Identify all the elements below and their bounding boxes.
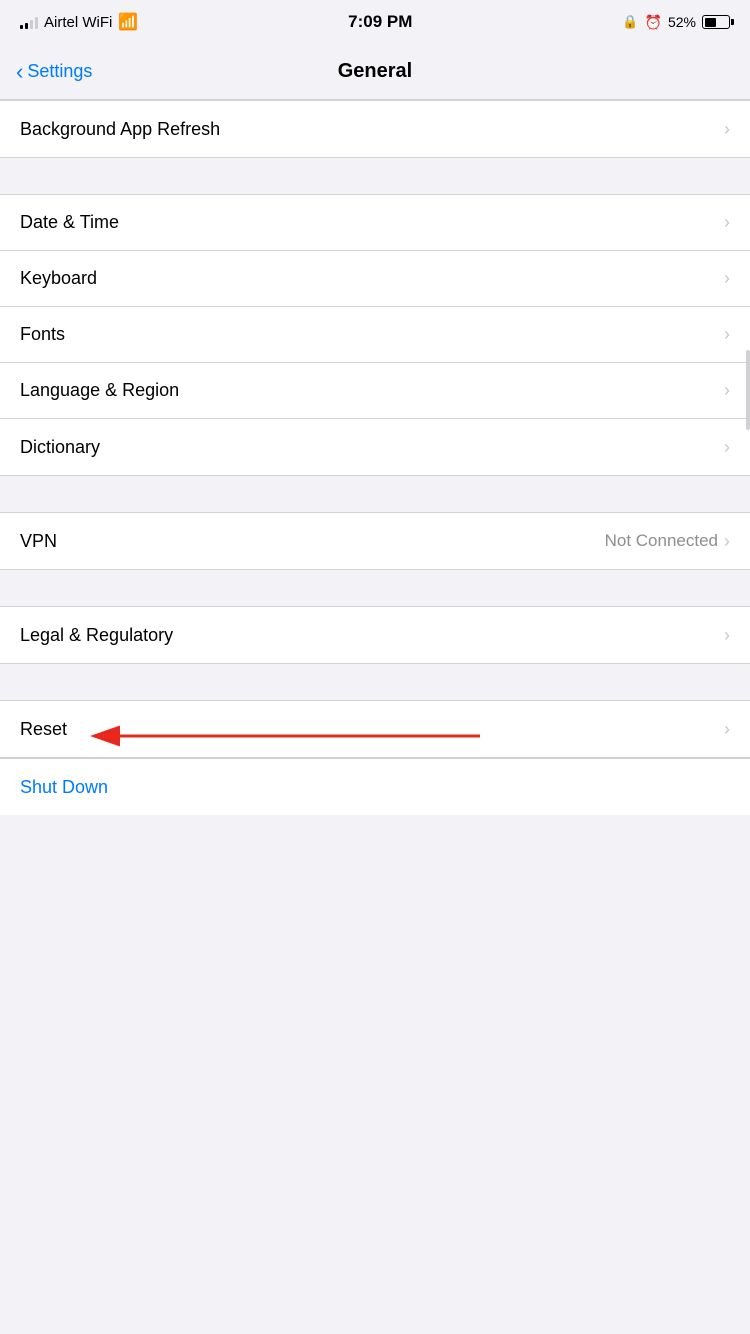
status-bar: Airtel WiFi 📶 7:09 PM 🔒 ⏰ 52%: [0, 0, 750, 44]
row-label: Fonts: [20, 324, 65, 345]
carrier-label: Airtel WiFi: [44, 14, 112, 31]
battery-indicator: [702, 15, 730, 29]
scrollbar[interactable]: [746, 350, 750, 430]
wifi-icon: 📶: [118, 12, 138, 32]
status-time: 7:09 PM: [348, 12, 412, 32]
bottom-gap: [0, 815, 750, 875]
chevron-right-icon: ›: [724, 380, 730, 401]
vpn-status: Not Connected: [605, 531, 718, 551]
chevron-right-icon: ›: [724, 625, 730, 646]
section-language: Date & Time › Keyboard › Fonts › Languag…: [0, 194, 750, 476]
row-vpn[interactable]: VPN Not Connected ›: [0, 513, 750, 569]
section-vpn: VPN Not Connected ›: [0, 512, 750, 570]
nav-bar: ‹ Settings General: [0, 44, 750, 100]
chevron-right-icon: ›: [724, 119, 730, 140]
row-date-time[interactable]: Date & Time ›: [0, 195, 750, 251]
page-title: General: [338, 60, 412, 83]
section-top: Background App Refresh ›: [0, 100, 750, 158]
status-right: 🔒 ⏰ 52%: [622, 14, 730, 31]
chevron-right-icon: ›: [724, 268, 730, 289]
signal-bars-icon: [20, 15, 38, 29]
row-label: Language & Region: [20, 380, 179, 401]
row-right: ›: [724, 268, 730, 289]
row-keyboard[interactable]: Keyboard ›: [0, 251, 750, 307]
section-reset: Reset ›: [0, 700, 750, 758]
row-label: Background App Refresh: [20, 119, 220, 140]
section-divider-1: [0, 158, 750, 194]
chevron-right-icon: ›: [724, 212, 730, 233]
row-right: ›: [724, 119, 730, 140]
row-label: Legal & Regulatory: [20, 625, 173, 646]
section-divider-3: [0, 570, 750, 606]
shutdown-label: Shut Down: [20, 777, 108, 798]
back-label: Settings: [27, 61, 92, 82]
row-label: Reset: [20, 719, 67, 740]
lock-icon: 🔒: [622, 14, 638, 30]
chevron-right-icon: ›: [724, 324, 730, 345]
row-background-app-refresh[interactable]: Background App Refresh ›: [0, 101, 750, 157]
row-right: ›: [724, 324, 730, 345]
status-left: Airtel WiFi 📶: [20, 12, 138, 32]
row-language-region[interactable]: Language & Region ›: [0, 363, 750, 419]
row-dictionary[interactable]: Dictionary ›: [0, 419, 750, 475]
back-chevron-icon: ‹: [16, 59, 23, 85]
settings-content: Background App Refresh › Date & Time › K…: [0, 100, 750, 875]
section-legal: Legal & Regulatory ›: [0, 606, 750, 664]
chevron-right-icon: ›: [724, 719, 730, 740]
row-right: Not Connected ›: [605, 531, 730, 552]
row-label: Date & Time: [20, 212, 119, 233]
row-right: ›: [724, 719, 730, 740]
row-shut-down[interactable]: Shut Down: [0, 759, 750, 815]
alarm-icon: ⏰: [645, 14, 662, 31]
section-divider-2: [0, 476, 750, 512]
row-right: ›: [724, 380, 730, 401]
row-reset[interactable]: Reset ›: [0, 701, 750, 757]
row-legal-regulatory[interactable]: Legal & Regulatory ›: [0, 607, 750, 663]
row-label: Keyboard: [20, 268, 97, 289]
row-label: VPN: [20, 531, 57, 552]
back-button[interactable]: ‹ Settings: [16, 59, 92, 85]
section-divider-4: [0, 664, 750, 700]
row-label: Dictionary: [20, 437, 100, 458]
battery-percent: 52%: [668, 14, 696, 30]
row-fonts[interactable]: Fonts ›: [0, 307, 750, 363]
row-right: ›: [724, 437, 730, 458]
chevron-right-icon: ›: [724, 531, 730, 552]
chevron-right-icon: ›: [724, 437, 730, 458]
row-right: ›: [724, 212, 730, 233]
row-right: ›: [724, 625, 730, 646]
